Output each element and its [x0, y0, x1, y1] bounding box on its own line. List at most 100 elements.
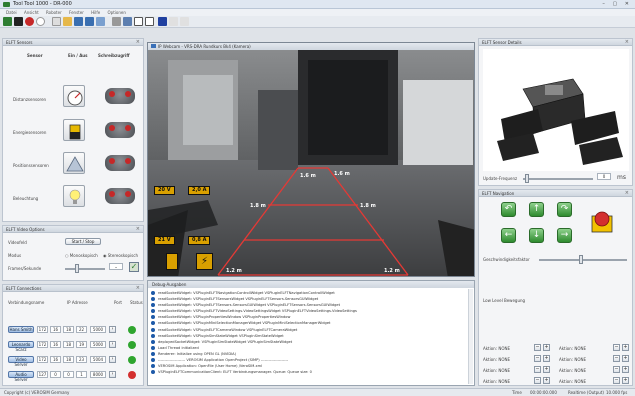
port-field[interactable]: 5004: [90, 356, 106, 363]
minus-button[interactable]: −: [613, 344, 620, 351]
minus-button[interactable]: −: [613, 355, 620, 362]
port-field[interactable]: 8000: [90, 371, 106, 378]
connect-button[interactable]: ›: [109, 356, 116, 363]
ip-octet[interactable]: 16: [50, 326, 61, 333]
checkmark-icon[interactable]: ✓: [129, 262, 139, 272]
ip-octet[interactable]: 18: [63, 356, 74, 363]
ip-octet[interactable]: 127: [37, 371, 48, 378]
slider-handle[interactable]: [579, 255, 583, 264]
ip-octet[interactable]: 18: [63, 326, 74, 333]
ip-octet[interactable]: 19: [76, 341, 87, 348]
gamepad-icon[interactable]: [105, 122, 135, 138]
slider-handle[interactable]: [525, 174, 529, 183]
view-icon[interactable]: [134, 17, 143, 26]
open-folder-icon[interactable]: [63, 17, 72, 26]
run-icon[interactable]: [3, 17, 12, 26]
plus-button[interactable]: +: [622, 366, 629, 373]
ip-octet[interactable]: 1: [76, 371, 87, 378]
menu-item[interactable]: Hilfe: [91, 9, 100, 16]
close-icon[interactable]: ×: [625, 190, 629, 196]
menu-item[interactable]: Fenster: [69, 9, 84, 16]
fps-slider[interactable]: [65, 268, 105, 270]
close-icon[interactable]: ×: [136, 285, 140, 291]
camera-view[interactable]: IP Webcam - VRS-DRA Rundkurs Bk4 (Kamera…: [147, 42, 475, 277]
plus-button[interactable]: +: [543, 377, 550, 384]
connect-button[interactable]: ›: [109, 326, 116, 333]
save-all-icon[interactable]: [85, 17, 94, 26]
minus-button[interactable]: −: [534, 366, 541, 373]
update-frequency-slider[interactable]: [523, 178, 593, 180]
minus-button[interactable]: −: [534, 344, 541, 351]
plus-button[interactable]: +: [543, 355, 550, 362]
camera-icon[interactable]: [123, 17, 132, 26]
help-icon[interactable]: [36, 17, 45, 26]
plus-button[interactable]: +: [622, 355, 629, 362]
emergency-stop-button[interactable]: [589, 208, 615, 234]
ip-octet[interactable]: 18: [63, 341, 74, 348]
plus-button[interactable]: +: [622, 377, 629, 384]
minus-button[interactable]: −: [613, 366, 620, 373]
plus-button[interactable]: +: [622, 344, 629, 351]
connect-button[interactable]: ›: [109, 341, 116, 348]
ip-octet[interactable]: 172: [37, 341, 48, 348]
ip-octet[interactable]: 23: [76, 356, 87, 363]
properties-icon[interactable]: [96, 17, 105, 26]
speed-factor-slider[interactable]: [539, 259, 627, 261]
grid-icon[interactable]: [169, 17, 178, 26]
minus-button[interactable]: −: [534, 355, 541, 362]
plus-button[interactable]: +: [543, 344, 550, 351]
mode-option-stereo[interactable]: ◉ Stereoskopisch: [103, 253, 138, 258]
port-field[interactable]: 5000: [90, 326, 106, 333]
rotate-left-button[interactable]: ↶: [501, 202, 516, 217]
start-stop-button[interactable]: Start / Stop: [65, 238, 101, 245]
gamepad-icon[interactable]: [105, 88, 135, 104]
rotate-right-button[interactable]: ↷: [557, 202, 572, 217]
ip-octet[interactable]: 22: [76, 326, 87, 333]
gamepad-icon[interactable]: [105, 188, 135, 204]
update-frequency-input[interactable]: 0: [597, 173, 611, 180]
connection-name-button[interactable]: Video Server: [8, 356, 34, 367]
left-button[interactable]: ←: [501, 228, 516, 243]
menu-item[interactable]: Ansicht: [24, 9, 39, 16]
connection-name-button[interactable]: Leonardo Scarz: [8, 341, 34, 352]
fps-value[interactable]: ⌄: [109, 263, 123, 270]
battery-icon[interactable]: [63, 119, 85, 141]
arrow-icon[interactable]: [112, 17, 121, 26]
lightbulb-icon[interactable]: [63, 185, 85, 207]
log-scrollbar[interactable]: [468, 289, 473, 384]
stop-icon[interactable]: [25, 17, 34, 26]
minus-button[interactable]: −: [613, 377, 620, 384]
port-field[interactable]: 5000: [90, 341, 106, 348]
right-button[interactable]: →: [557, 228, 572, 243]
ip-octet[interactable]: 0: [50, 371, 61, 378]
connect-button[interactable]: ›: [109, 371, 116, 378]
plus-button[interactable]: +: [543, 366, 550, 373]
close-icon[interactable]: ×: [625, 39, 629, 45]
close-icon[interactable]: ×: [136, 226, 140, 232]
connection-name-button[interactable]: Audio Server: [8, 371, 34, 382]
menu-item[interactable]: Datei: [6, 9, 17, 16]
pyramid-icon[interactable]: [63, 152, 85, 174]
info-icon[interactable]: [180, 17, 189, 26]
forward-button[interactable]: ↑: [529, 202, 544, 217]
ip-octet[interactable]: 172: [37, 356, 48, 363]
connection-name-button[interactable]: Hans Smith: [8, 326, 34, 333]
ip-octet[interactable]: 0: [63, 371, 74, 378]
gauge-icon[interactable]: [63, 85, 85, 107]
new-file-icon[interactable]: [52, 17, 61, 26]
save-icon[interactable]: [74, 17, 83, 26]
ip-octet[interactable]: 16: [50, 356, 61, 363]
backward-button[interactable]: ↓: [529, 228, 544, 243]
monitor-icon[interactable]: [158, 17, 167, 26]
view2-icon[interactable]: [145, 17, 154, 26]
cursor-icon[interactable]: [14, 17, 23, 26]
menu-item[interactable]: Roboter: [46, 9, 62, 16]
gamepad-icon[interactable]: [105, 155, 135, 171]
mode-option-mono[interactable]: ○ Monoskopisch: [65, 253, 98, 258]
menu-item[interactable]: Optionen: [108, 9, 126, 16]
ip-octet[interactable]: 16: [50, 341, 61, 348]
fps-slider-handle[interactable]: [75, 264, 79, 273]
minus-button[interactable]: −: [534, 377, 541, 384]
window-controls[interactable]: – ▢ ✕: [602, 1, 632, 7]
close-icon[interactable]: ×: [136, 39, 140, 45]
